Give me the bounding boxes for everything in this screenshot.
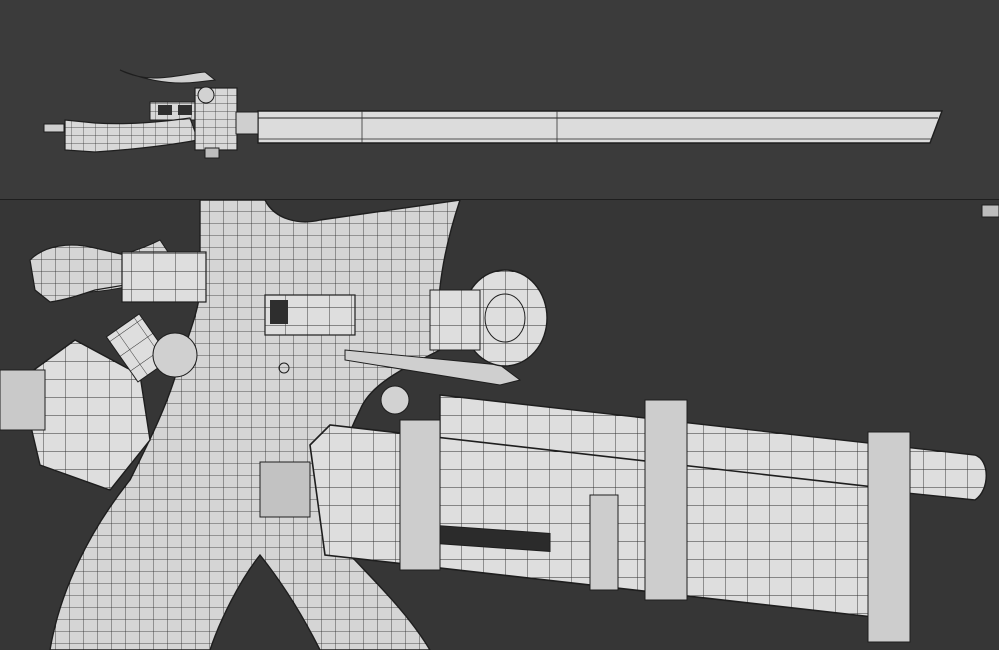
sword-wireframe (43, 69, 944, 159)
3d-viewport-window (0, 0, 999, 650)
gas-reel (429, 269, 548, 367)
left-hand (29, 244, 207, 303)
camera-gizmo-icon[interactable] (981, 204, 999, 218)
perspective-viewport[interactable] (0, 200, 999, 650)
sword-handle (43, 69, 259, 159)
character-wireframe (0, 200, 999, 650)
top-viewport[interactable] (0, 0, 999, 200)
sword-blade (257, 110, 944, 144)
